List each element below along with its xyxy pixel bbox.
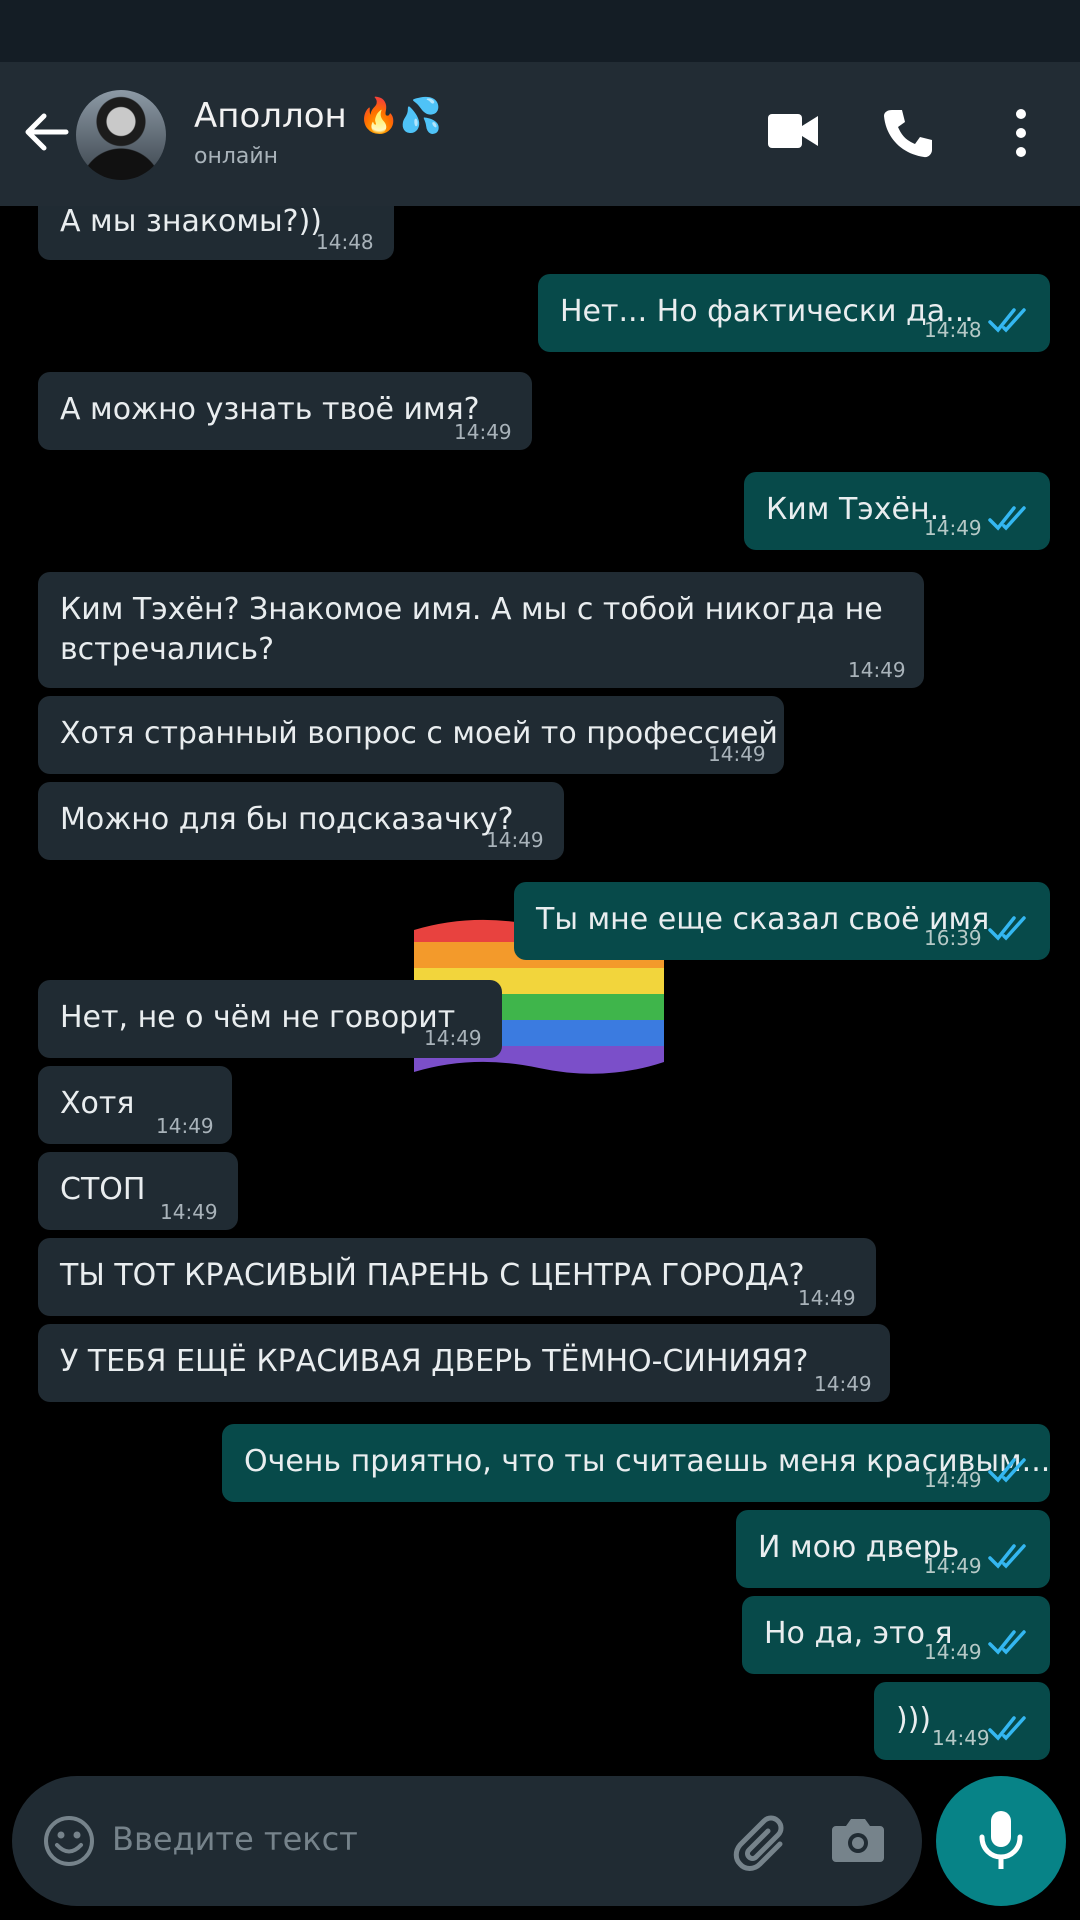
message-time: 14:49 <box>924 516 982 540</box>
message-time: 14:49 <box>486 828 544 852</box>
message-bubble[interactable]: Ким Тэхён.. 14:49 <box>744 472 1050 550</box>
message-time: 14:49 <box>708 742 766 766</box>
message-bubble[interactable]: Ты мне еще сказал своё имя 16:39 <box>514 882 1050 960</box>
message-bubble[interactable]: И мою дверь 14:49 <box>736 1510 1050 1588</box>
avatar[interactable] <box>76 90 166 180</box>
message-time: 14:49 <box>924 1640 982 1664</box>
phone-icon[interactable] <box>880 106 934 160</box>
message-time: 14:49 <box>924 1468 982 1492</box>
camera-icon[interactable] <box>830 1814 886 1864</box>
message-text: Ты мне еще сказал своё имя <box>536 902 990 937</box>
message-time: 14:49 <box>814 1372 872 1396</box>
message-text: Нет, не о чём не говорит <box>60 1000 456 1035</box>
message-time: 14:49 <box>160 1200 218 1224</box>
message-text: А можно узнать твоё имя? <box>60 392 480 427</box>
message-time: 14:49 <box>932 1726 990 1750</box>
message-bubble[interactable]: У ТЕБЯ ЕЩЁ КРАСИВАЯ ДВЕРЬ ТЁМНО-СИНИЯЯ? … <box>38 1324 890 1402</box>
message-bubble[interactable]: А можно узнать твоё имя? 14:49 <box>38 372 532 450</box>
message-text: А мы знакомы?)) <box>60 206 322 239</box>
more-vert-icon[interactable] <box>1008 106 1034 160</box>
double-check-icon <box>988 1544 1026 1569</box>
message-text: ))) <box>896 1702 932 1737</box>
message-bubble[interactable]: Хотя странный вопрос с моей то профессие… <box>38 696 784 774</box>
double-check-icon <box>988 1458 1026 1483</box>
double-check-icon <box>988 1630 1026 1655</box>
message-bubble[interactable]: СТОП 14:49 <box>38 1152 238 1230</box>
message-bubble[interactable]: ТЫ ТОТ КРАСИВЫЙ ПАРЕНЬ С ЦЕНТРА ГОРОДА? … <box>38 1238 876 1316</box>
status-bar <box>0 0 1080 62</box>
message-bubble[interactable]: ))) 14:49 <box>874 1682 1050 1760</box>
contact-status: онлайн <box>194 144 279 169</box>
message-text: СТОП <box>60 1172 146 1207</box>
message-bubble[interactable]: Хотя 14:49 <box>38 1066 232 1144</box>
message-time: 14:49 <box>454 420 512 444</box>
message-text-line: встречались? <box>60 632 275 667</box>
double-check-icon <box>988 1716 1026 1741</box>
message-text: Ким Тэхён.. <box>766 492 949 527</box>
message-time: 14:49 <box>848 658 906 682</box>
message-input[interactable]: Введите текст <box>112 1820 358 1858</box>
voice-record-button[interactable] <box>936 1776 1066 1906</box>
video-call-icon[interactable] <box>766 106 820 156</box>
message-text-line: Ким Тэхён? Знакомое имя. А мы с тобой ни… <box>60 592 883 627</box>
contact-name[interactable]: Аполлон 🔥💦 <box>194 96 442 136</box>
message-input-bar[interactable]: Введите текст <box>12 1776 922 1906</box>
message-time: 14:48 <box>316 230 374 254</box>
message-text: Хотя <box>60 1086 135 1121</box>
message-time: 16:39 <box>924 926 982 950</box>
message-text: Хотя странный вопрос с моей то профессие… <box>60 716 778 751</box>
back-arrow-icon[interactable] <box>18 104 74 160</box>
message-time: 14:49 <box>424 1026 482 1050</box>
message-text: ТЫ ТОТ КРАСИВЫЙ ПАРЕНЬ С ЦЕНТРА ГОРОДА? <box>60 1258 805 1293</box>
message-time: 14:49 <box>156 1114 214 1138</box>
message-time: 14:49 <box>924 1554 982 1578</box>
message-list[interactable]: А мы знакомы?)) 14:48 Нет... Но фактичес… <box>0 206 1080 1766</box>
message-bubble[interactable]: А мы знакомы?)) 14:48 <box>38 206 394 260</box>
chat-header: Аполлон 🔥💦 онлайн <box>0 62 1080 206</box>
mic-icon <box>979 1811 1023 1869</box>
message-time: 14:49 <box>798 1286 856 1310</box>
message-bubble[interactable]: Нет, не о чём не говорит 14:49 <box>38 980 502 1058</box>
message-text: Можно для бы подсказачку? <box>60 802 514 837</box>
emoji-icon[interactable] <box>42 1814 96 1868</box>
double-check-icon <box>988 308 1026 333</box>
message-text: Нет... Но фактически да... <box>560 294 974 329</box>
message-bubble[interactable]: Очень приятно, что ты считаешь меня крас… <box>222 1424 1050 1502</box>
attach-icon[interactable] <box>728 1812 788 1872</box>
double-check-icon <box>988 506 1026 531</box>
message-text: У ТЕБЯ ЕЩЁ КРАСИВАЯ ДВЕРЬ ТЁМНО-СИНИЯЯ? <box>60 1344 809 1379</box>
message-bubble[interactable]: Нет... Но фактически да... 14:48 <box>538 274 1050 352</box>
message-bubble[interactable]: Ким Тэхён? Знакомое имя. А мы с тобой ни… <box>38 572 924 688</box>
message-time: 14:48 <box>924 318 982 342</box>
message-bubble[interactable]: Можно для бы подсказачку? 14:49 <box>38 782 564 860</box>
double-check-icon <box>988 916 1026 941</box>
message-bubble[interactable]: Но да, это я 14:49 <box>742 1596 1050 1674</box>
